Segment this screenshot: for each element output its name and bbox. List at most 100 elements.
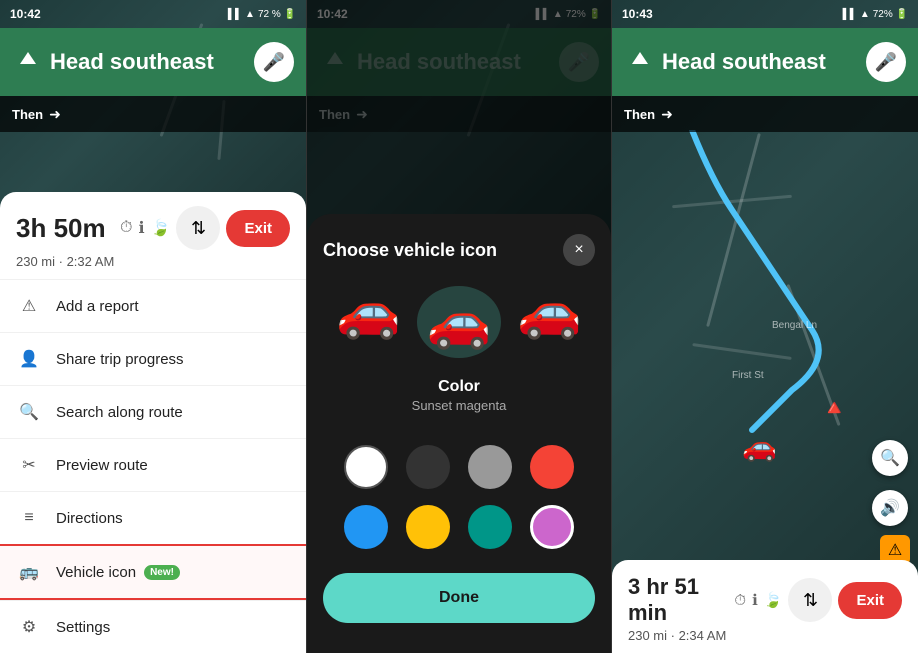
- then-bar-1: Then ➜: [0, 96, 306, 132]
- p3-info-icon: ℹ: [752, 591, 758, 609]
- vehicle-icon-modal: Choose vehicle icon × 🚗 · 🚗 🚗: [307, 214, 611, 653]
- status-icons-3: ▌▌ ▲ 72% 🔋: [843, 9, 908, 20]
- car-option-2[interactable]: 🚗: [419, 286, 499, 358]
- nav-bar-1: Head southeast 🎤: [0, 28, 306, 96]
- leaf-icon: 🍃: [151, 218, 171, 238]
- color-gray[interactable]: [468, 445, 512, 489]
- color-yellow[interactable]: [406, 505, 450, 549]
- info-icon: ℹ: [138, 218, 144, 238]
- menu-item-preview[interactable]: ✂ Preview route: [0, 438, 306, 491]
- done-button[interactable]: Done: [323, 573, 595, 623]
- direction-arrow-icon-3: [624, 46, 656, 78]
- color-red[interactable]: [530, 445, 574, 489]
- menu-item-settings[interactable]: ⚙ Settings: [0, 600, 306, 653]
- directions-icon: ≡: [16, 505, 42, 531]
- mic-button-3[interactable]: 🎤: [866, 42, 906, 82]
- then-arrow-icon-1: ➜: [49, 106, 61, 123]
- p3-swap-button[interactable]: ⇅: [788, 578, 832, 622]
- color-section: Color Sunset magenta: [323, 378, 595, 413]
- wifi-icon: ▲: [245, 9, 255, 20]
- trip-time: 3h 50m: [16, 213, 106, 244]
- bottom-menu-panel: 3h 50m ⏱ ℹ 🍃 ⇅ Exit 230 mi · 2:32 AM ⚠ A…: [0, 192, 306, 653]
- status-bar-3: 10:43 ▌▌ ▲ 72% 🔋: [612, 0, 918, 28]
- then-arrow-icon-3: ➜: [661, 106, 673, 123]
- new-badge: New!: [144, 565, 180, 580]
- settings-icon: ⚙: [16, 614, 42, 640]
- route-line: [612, 130, 918, 480]
- nav-direction-1: Head southeast: [50, 49, 254, 75]
- exit-label-1: Exit: [244, 220, 272, 237]
- then-label-1: Then: [12, 107, 43, 122]
- clock-icon: ⏱: [120, 219, 132, 237]
- car-emoji-1: 🚗: [336, 286, 401, 338]
- menu-item-vehicle-icon[interactable]: 🚌 Vehicle icon New!: [0, 544, 306, 600]
- car-option-1[interactable]: 🚗 ·: [328, 286, 408, 358]
- close-icon: ×: [574, 241, 583, 259]
- share-trip-label: Share trip progress: [56, 351, 184, 368]
- share-icon: 👤: [16, 346, 42, 372]
- color-purple[interactable]: [530, 505, 574, 549]
- done-label: Done: [439, 589, 479, 606]
- time-display-3: 10:43: [622, 7, 653, 21]
- time-display-1: 10:42: [10, 7, 41, 21]
- swap-icon: ⇅: [191, 218, 206, 239]
- search-icon: 🔍: [16, 399, 42, 425]
- car-emoji-3: 🚗: [517, 286, 582, 338]
- panel-navigation-map: Bengal Ln First St 10:43 ▌▌ ▲ 72% 🔋 Head…: [612, 0, 918, 653]
- search-map-button[interactable]: 🔍: [872, 440, 908, 476]
- then-bar-3: Then ➜: [612, 96, 918, 132]
- car-option-3[interactable]: 🚗: [510, 286, 590, 358]
- panel-vehicle-icon-chooser: 10:42 ▌▌ ▲ 72% 🔋 Head southeast 🎤 Then ➜…: [306, 0, 612, 653]
- nav-arrow-marker: 🔺: [821, 395, 848, 421]
- panel-navigation-menu: 10:42 ▌▌ ▲ 72 % 🔋 Head southeast 🎤 Then …: [0, 0, 306, 653]
- add-report-label: Add a report: [56, 298, 139, 315]
- signal-icon-3: ▌▌: [843, 9, 857, 20]
- color-white[interactable]: [344, 445, 388, 489]
- nav-bar-3: Head southeast 🎤: [612, 28, 918, 96]
- exit-button-1[interactable]: Exit: [226, 210, 290, 247]
- p3-swap-icon: ⇅: [803, 590, 818, 611]
- exit-label-3: Exit: [856, 592, 884, 609]
- menu-item-directions[interactable]: ≡ Directions: [0, 491, 306, 544]
- time-summary-row: 3h 50m ⏱ ℹ 🍃 ⇅ Exit: [0, 192, 306, 254]
- mic-button-1[interactable]: 🎤: [254, 42, 294, 82]
- color-teal[interactable]: [468, 505, 512, 549]
- vehicle-icon: 🚌: [16, 559, 42, 585]
- bottom-panel-3: 3 hr 51 min ⏱ ℹ 🍃 ⇅ Exit 230 mi · 2:34 A…: [612, 560, 918, 653]
- menu-item-search-route[interactable]: 🔍 Search along route: [0, 385, 306, 438]
- sound-button[interactable]: 🔊: [872, 490, 908, 526]
- mic-icon-1: 🎤: [263, 52, 285, 73]
- color-grid: [323, 429, 595, 565]
- then-label-3: Then: [624, 107, 655, 122]
- road-label-bengal: Bengal Ln: [772, 320, 817, 331]
- exit-button-3[interactable]: Exit: [838, 582, 902, 619]
- menu-item-share-trip[interactable]: 👤 Share trip progress: [0, 332, 306, 385]
- sound-icon: 🔊: [880, 498, 900, 518]
- direction-arrow-icon: [12, 46, 44, 78]
- directions-label: Directions: [56, 510, 123, 527]
- road-label-first: First St: [732, 370, 764, 381]
- cars-selection-row: 🚗 · 🚗 🚗: [323, 286, 595, 358]
- modal-close-button[interactable]: ×: [563, 234, 595, 266]
- signal-icon: ▌▌: [228, 9, 242, 20]
- p3-clock-icon: ⏱: [734, 592, 746, 609]
- color-blue[interactable]: [344, 505, 388, 549]
- color-label: Color: [323, 378, 595, 396]
- p3-trip-time: 3 hr 51 min: [628, 574, 734, 626]
- warning-icon-map: ⚠: [888, 540, 902, 560]
- modal-header: Choose vehicle icon ×: [323, 234, 595, 266]
- swap-route-button[interactable]: ⇅: [176, 206, 220, 250]
- distance-row: 230 mi · 2:32 AM: [0, 254, 306, 279]
- nav-direction-3: Head southeast: [662, 49, 866, 75]
- color-black[interactable]: [406, 445, 450, 489]
- status-icons-1: ▌▌ ▲ 72 % 🔋: [228, 9, 296, 20]
- battery-display-3: 72% 🔋: [873, 9, 908, 20]
- wifi-icon-3: ▲: [860, 9, 870, 20]
- time-action-icons: ⏱ ℹ 🍃 ⇅ Exit: [120, 206, 290, 250]
- vehicle-icon-label: Vehicle icon: [56, 564, 136, 581]
- battery-icon: 🔋: [284, 9, 296, 20]
- p3-distance: 230 mi · 2:34 AM: [628, 628, 902, 643]
- p3-leaf-icon: 🍃: [764, 591, 783, 609]
- color-sublabel: Sunset magenta: [323, 398, 595, 413]
- menu-item-add-report[interactable]: ⚠ Add a report: [0, 279, 306, 332]
